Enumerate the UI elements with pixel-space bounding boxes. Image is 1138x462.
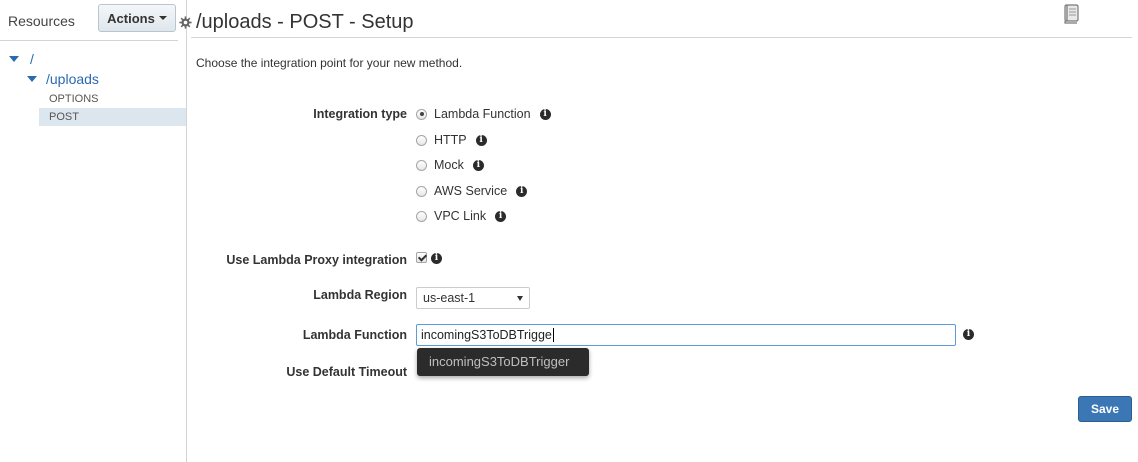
radio-label-lambda-function: Lambda Function (434, 107, 531, 121)
tree-node-root-label: / (30, 51, 34, 67)
resources-title: Resources (8, 13, 75, 29)
radio-http[interactable] (416, 134, 427, 146)
method-post[interactable]: POST (39, 108, 186, 126)
radio-aws-service[interactable] (416, 185, 427, 197)
info-icon[interactable]: i (475, 134, 487, 146)
sidebar-divider (0, 40, 178, 41)
info-icon[interactable]: i (963, 329, 974, 340)
lambda-function-label: Lambda Function (302, 328, 407, 342)
lambda-function-input[interactable]: incomingS3ToDBTrigge (416, 324, 956, 346)
lambda-region-label: Lambda Region (313, 288, 407, 302)
info-icon[interactable]: i (431, 253, 442, 264)
autocomplete-suggestion[interactable]: incomingS3ToDBTrigger (417, 348, 589, 376)
radio-vpc-link[interactable] (416, 210, 427, 222)
tree-node-uploads[interactable]: /uploads (27, 71, 99, 87)
integration-option-mock[interactable]: Mock i (416, 158, 484, 172)
gear-icon[interactable] (179, 16, 192, 29)
radio-mock[interactable] (416, 159, 427, 171)
page-title: /uploads - POST - Setup (196, 11, 414, 33)
radio-label-aws-service: AWS Service (434, 184, 508, 198)
integration-option-lambda-function[interactable]: Lambda Function i (416, 107, 551, 121)
triangle-down-icon[interactable] (9, 56, 19, 62)
integration-option-aws-service[interactable]: AWS Service i (416, 184, 528, 198)
text-cursor (552, 328, 554, 342)
integration-option-vpc-link[interactable]: VPC Link i (416, 209, 507, 223)
caret-down-icon (158, 16, 167, 20)
lambda-proxy-checkbox[interactable] (416, 252, 427, 263)
dropdown-arrow-icon (517, 296, 523, 301)
radio-lambda-function[interactable] (416, 108, 427, 120)
triangle-down-icon[interactable] (27, 76, 37, 82)
lambda-proxy-label: Use Lambda Proxy integration (226, 253, 407, 267)
info-icon[interactable]: i (516, 185, 528, 197)
info-icon[interactable]: i (472, 159, 484, 171)
radio-label-mock: Mock (434, 158, 464, 172)
radio-label-http: HTTP (434, 133, 467, 147)
save-button[interactable]: Save (1078, 396, 1132, 422)
book-icon[interactable] (1062, 4, 1080, 24)
integration-type-label: Integration type (313, 107, 407, 121)
lambda-function-value: incomingS3ToDBTrigge (421, 328, 552, 342)
lambda-region-select[interactable]: us-east-1 (416, 287, 530, 309)
tree-node-uploads-label: /uploads (46, 71, 99, 87)
info-icon[interactable]: i (539, 108, 551, 120)
header-divider (191, 37, 1132, 38)
method-options[interactable]: OPTIONS (39, 90, 186, 108)
actions-button[interactable]: Actions (98, 4, 176, 32)
lambda-region-value: us-east-1 (423, 291, 476, 305)
resources-sidebar: Resources Actions / /uploads OPTIONS POS… (0, 0, 187, 462)
page-subtitle: Choose the integration point for your ne… (196, 56, 463, 70)
actions-label: Actions (107, 10, 155, 26)
default-timeout-label: Use Default Timeout (286, 365, 407, 379)
integration-option-http[interactable]: HTTP i (416, 133, 487, 147)
radio-label-vpc-link: VPC Link (434, 209, 487, 223)
info-icon[interactable]: i (495, 210, 507, 222)
tree-node-root[interactable]: / (9, 51, 34, 67)
